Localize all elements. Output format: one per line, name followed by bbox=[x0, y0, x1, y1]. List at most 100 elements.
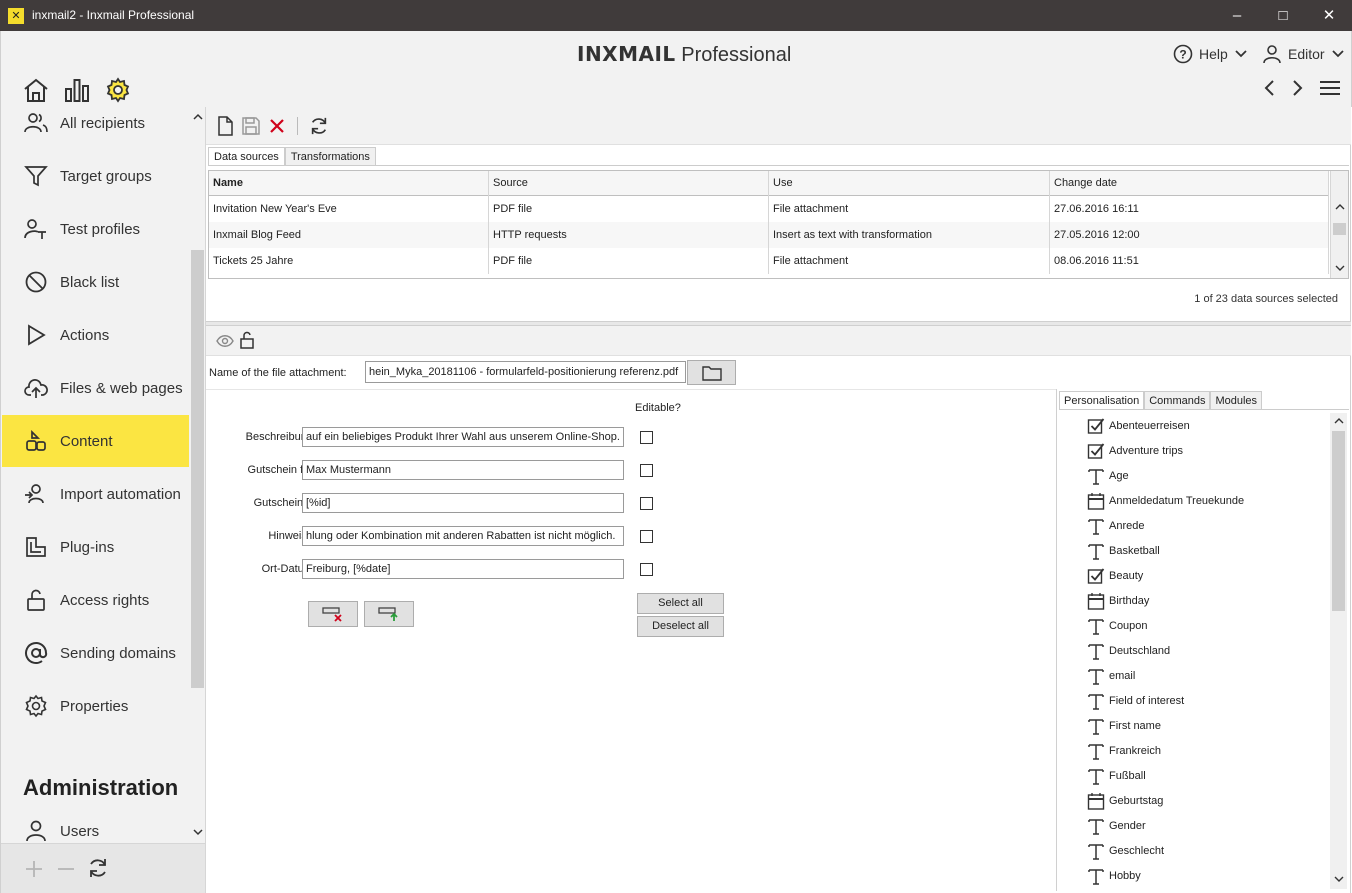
eye-icon[interactable] bbox=[216, 334, 234, 348]
personalisation-item[interactable]: Coupon bbox=[1087, 613, 1148, 638]
personalisation-item[interactable]: Geburtstag bbox=[1087, 788, 1163, 813]
sidebar-item-content[interactable]: Content bbox=[2, 415, 189, 467]
personalisation-item[interactable]: First name bbox=[1087, 713, 1161, 738]
upload-cloud-icon bbox=[24, 376, 48, 400]
personalisation-item[interactable]: Basketball bbox=[1087, 538, 1160, 563]
sidebar-item-test-profiles[interactable]: Test profiles bbox=[2, 203, 189, 255]
column-header-source[interactable]: Source bbox=[489, 171, 769, 196]
tab-data-sources[interactable]: Data sources bbox=[208, 147, 285, 166]
personalisation-item-label: Gender bbox=[1109, 819, 1146, 832]
chevron-down-icon[interactable] bbox=[1335, 264, 1345, 272]
settings-button[interactable] bbox=[105, 77, 131, 106]
personalisation-item[interactable]: Frankreich bbox=[1087, 738, 1161, 763]
field-input-gutschein-fuer[interactable]: Max Mustermann bbox=[302, 460, 624, 480]
deselect-all-button[interactable]: Deselect all bbox=[637, 616, 724, 637]
personalisation-item[interactable]: Anrede bbox=[1087, 513, 1144, 538]
personalisation-item[interactable]: Birthday bbox=[1087, 588, 1149, 613]
personalisation-item[interactable]: Deutschland bbox=[1087, 638, 1170, 663]
editable-checkbox-ort-datum[interactable] bbox=[640, 563, 653, 576]
tab-modules[interactable]: Modules bbox=[1210, 391, 1263, 410]
unlock-icon[interactable] bbox=[239, 331, 255, 349]
reports-button[interactable] bbox=[64, 77, 90, 106]
column-header-change-date[interactable]: Change date bbox=[1050, 171, 1329, 196]
personalisation-item[interactable]: Beauty bbox=[1087, 563, 1143, 588]
delete-button[interactable] bbox=[266, 115, 288, 137]
field-input-gutscheinnr[interactable]: [%id] bbox=[302, 493, 624, 513]
personalisation-item[interactable]: Age bbox=[1087, 463, 1129, 488]
minus-icon[interactable] bbox=[57, 860, 75, 878]
field-remove-icon bbox=[322, 607, 342, 622]
editable-checkbox-gutschein-fuer[interactable] bbox=[640, 464, 653, 477]
maximize-button[interactable]: □ bbox=[1260, 0, 1306, 31]
chevron-up-icon[interactable] bbox=[1334, 417, 1344, 425]
sidebar-scrollbar[interactable] bbox=[190, 107, 205, 843]
forward-button[interactable] bbox=[1290, 79, 1304, 100]
text-field-icon bbox=[1087, 617, 1105, 635]
new-button[interactable] bbox=[214, 115, 236, 137]
sidebar-item-target-groups[interactable]: Target groups bbox=[2, 150, 189, 202]
chevron-down-icon[interactable] bbox=[193, 828, 203, 836]
back-button[interactable] bbox=[1263, 79, 1277, 100]
save-button[interactable] bbox=[240, 115, 262, 137]
chevron-up-icon[interactable] bbox=[1335, 203, 1345, 211]
sidebar-item-plug-ins[interactable]: Plug-ins bbox=[2, 521, 189, 573]
personalisation-item[interactable]: Fußball bbox=[1087, 763, 1146, 788]
personalisation-item[interactable]: Abenteuerreisen bbox=[1087, 413, 1190, 438]
minimize-button[interactable]: – bbox=[1214, 0, 1260, 31]
personalisation-item[interactable]: Geschlecht bbox=[1087, 838, 1164, 863]
sidebar-item-black-list[interactable]: Black list bbox=[2, 256, 189, 308]
user-menu[interactable]: Editor bbox=[1262, 44, 1345, 64]
personalisation-tabs: Personalisation Commands Modules bbox=[1059, 391, 1263, 410]
chevron-down-icon[interactable] bbox=[1334, 875, 1344, 883]
add-field-button[interactable] bbox=[364, 601, 414, 627]
editable-checkbox-gutscheinnr[interactable] bbox=[640, 497, 653, 510]
main-menu-button[interactable] bbox=[1319, 80, 1341, 99]
content-icon bbox=[24, 429, 48, 453]
table-row[interactable]: Invitation New Year's Eve PDF file File … bbox=[209, 196, 1329, 222]
home-button[interactable] bbox=[23, 77, 49, 106]
table-cell: PDF file bbox=[489, 196, 769, 222]
sidebar-item-sending-domains[interactable]: Sending domains bbox=[2, 627, 189, 679]
tab-transformations[interactable]: Transformations bbox=[284, 147, 376, 166]
sidebar-item-files-web-pages[interactable]: Files & web pages bbox=[2, 362, 189, 414]
table-cell: Tickets 25 Jahre bbox=[209, 248, 489, 274]
field-input-hinweise[interactable]: hlung oder Kombination mit anderen Rabat… bbox=[302, 526, 624, 546]
personalisation-scroll-thumb[interactable] bbox=[1332, 431, 1345, 611]
sidebar-item-all-recipients[interactable]: All recipients bbox=[2, 107, 189, 149]
field-input-beschreibung[interactable]: auf ein beliebiges Produkt Ihrer Wahl au… bbox=[302, 427, 624, 447]
personalisation-item[interactable]: Gender bbox=[1087, 813, 1146, 838]
editable-checkbox-beschreibung[interactable] bbox=[640, 431, 653, 444]
personalisation-scrollbar[interactable] bbox=[1330, 413, 1347, 889]
remove-field-button[interactable] bbox=[308, 601, 358, 627]
table-row[interactable]: Tickets 25 Jahre PDF file File attachmen… bbox=[209, 248, 1329, 274]
refresh-button[interactable] bbox=[308, 115, 330, 137]
personalisation-item[interactable]: Adventure trips bbox=[1087, 438, 1183, 463]
personalisation-item[interactable]: email bbox=[1087, 663, 1135, 688]
select-all-button[interactable]: Select all bbox=[637, 593, 724, 614]
plus-icon[interactable] bbox=[25, 860, 43, 878]
refresh-icon[interactable] bbox=[87, 857, 109, 879]
close-window-button[interactable]: ✕ bbox=[1306, 0, 1352, 31]
table-row[interactable]: Inxmail Blog Feed HTTP requests Insert a… bbox=[209, 222, 1329, 248]
chevron-up-icon[interactable] bbox=[193, 113, 203, 121]
sidebar-scroll-thumb[interactable] bbox=[191, 250, 204, 688]
column-header-use[interactable]: Use bbox=[769, 171, 1050, 196]
sidebar-item-access-rights[interactable]: Access rights bbox=[2, 574, 189, 626]
help-menu[interactable]: ? Help bbox=[1173, 44, 1248, 64]
personalisation-item[interactable]: Hobby bbox=[1087, 863, 1141, 888]
sidebar-item-actions[interactable]: Actions bbox=[2, 309, 189, 361]
field-input-ort-datum[interactable]: Freiburg, [%date] bbox=[302, 559, 624, 579]
sidebar-item-properties[interactable]: Properties bbox=[2, 680, 189, 732]
browse-folder-button[interactable] bbox=[687, 360, 736, 385]
table-cell: Inxmail Blog Feed bbox=[209, 222, 489, 248]
editable-checkbox-hinweise[interactable] bbox=[640, 530, 653, 543]
sidebar-item-import-automation[interactable]: Import automation bbox=[2, 468, 189, 520]
column-header-name[interactable]: Name bbox=[209, 171, 489, 196]
tab-commands[interactable]: Commands bbox=[1144, 391, 1211, 410]
file-attachment-input[interactable]: hein_Myka_20181106 - formularfeld-positi… bbox=[365, 361, 686, 383]
table-scroll-thumb[interactable] bbox=[1333, 223, 1346, 235]
tab-personalisation[interactable]: Personalisation bbox=[1059, 391, 1145, 410]
table-scrollbar[interactable] bbox=[1330, 171, 1348, 278]
personalisation-item[interactable]: Field of interest bbox=[1087, 688, 1184, 713]
personalisation-item[interactable]: Anmeldedatum Treuekunde bbox=[1087, 488, 1244, 513]
